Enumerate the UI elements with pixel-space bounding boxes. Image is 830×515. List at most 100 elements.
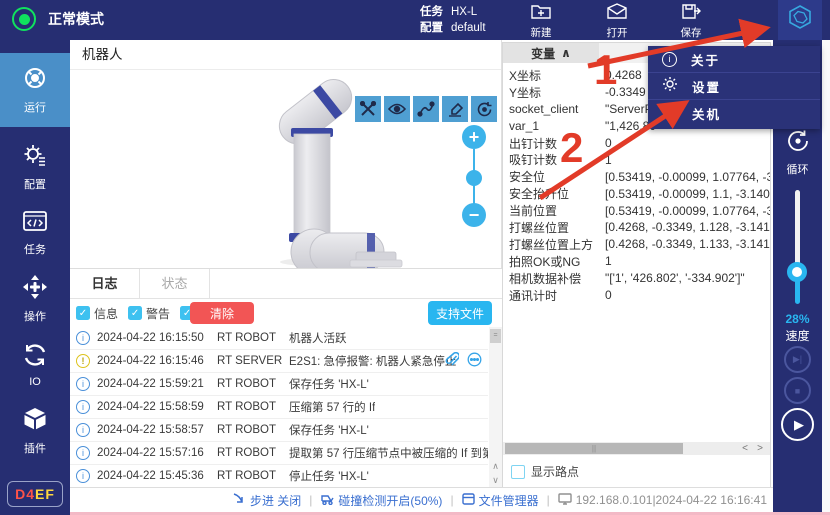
speed-slider-handle[interactable] bbox=[787, 262, 807, 282]
log-source: RT ROBOT bbox=[217, 401, 289, 413]
var-name: 相机数据补偿 bbox=[509, 270, 605, 287]
filter-label: 警告 bbox=[146, 305, 170, 322]
separator: | bbox=[309, 493, 312, 507]
app-menu-button[interactable] bbox=[778, 0, 822, 40]
loop-mode-button[interactable]: 循环 bbox=[773, 128, 822, 177]
var-value: [0.53419, -0.00099, 1.1, -3.14048, -0.00 bbox=[605, 187, 770, 201]
show-waypoints-label: 显示路点 bbox=[531, 463, 579, 480]
stop-icon: ■ bbox=[795, 386, 800, 396]
right-gutter bbox=[822, 40, 830, 512]
zoom-in-button[interactable]: + bbox=[462, 125, 486, 149]
code-window-icon bbox=[22, 209, 48, 238]
log-time: 2024-04-22 15:58:59 bbox=[97, 401, 217, 413]
plus-glyph: + bbox=[469, 127, 480, 148]
variable-row: 吸钉计数1 bbox=[503, 151, 770, 168]
sidebar-item-plugin[interactable]: 插件 bbox=[0, 405, 70, 457]
file-manager-label: 文件管理器 bbox=[479, 492, 539, 509]
collision-icon bbox=[320, 493, 334, 508]
menu-item-about[interactable]: i 关于 bbox=[648, 46, 820, 73]
var-name: 通讯计时 bbox=[509, 287, 605, 304]
info-icon: i bbox=[76, 331, 90, 345]
log-message: 停止任务 'HX-L' bbox=[289, 468, 369, 484]
sidebar-item-task[interactable]: 任务 bbox=[0, 207, 70, 259]
loop-icon bbox=[785, 128, 811, 159]
scroll-left-arrow[interactable]: < bbox=[738, 442, 752, 455]
variable-row: 安全位[0.53419, -0.00099, 1.07764, -3.14048… bbox=[503, 168, 770, 185]
sort-caret-icon: ∧ bbox=[561, 46, 571, 60]
cube-icon bbox=[22, 406, 48, 437]
log-message: 压缩第 57 行的 If bbox=[289, 399, 375, 415]
var-value: "['1', '426.802', '-334.902']" bbox=[605, 271, 770, 285]
sidebar-item-operate[interactable]: 操作 bbox=[0, 273, 70, 325]
separator: | bbox=[547, 493, 550, 507]
menu-item-settings[interactable]: 设置 bbox=[648, 73, 820, 100]
log-scrollbar[interactable]: = ∧ ∨ bbox=[489, 327, 502, 487]
log-list: i 2024-04-22 16:15:50 RT ROBOT 机器人活跃 ! 2… bbox=[70, 327, 488, 487]
filter-warn-checkbox[interactable]: ✓ 警告 bbox=[128, 305, 170, 322]
badge-text: D4 bbox=[15, 486, 35, 502]
info-icon: i bbox=[662, 52, 677, 67]
new-button[interactable]: 新建 bbox=[518, 3, 564, 39]
warning-icon: ! bbox=[76, 354, 90, 368]
config-label: 配置 bbox=[420, 22, 443, 34]
clear-log-button[interactable]: 清除 bbox=[190, 302, 254, 324]
network-label: 192.168.0.101|2024-04-22 16:16:41 bbox=[576, 493, 767, 507]
eraser-button[interactable] bbox=[442, 96, 468, 122]
log-message: 提取第 57 行压缩节点中被压缩的 If 到第 57 行 bbox=[289, 445, 488, 461]
var-name: 当前位置 bbox=[509, 202, 605, 219]
play-button[interactable]: ▶ bbox=[781, 408, 814, 441]
mode-indicator[interactable]: 正常模式 bbox=[12, 7, 104, 31]
scrollbar-thumb[interactable]: = bbox=[490, 329, 501, 343]
log-time: 2024-04-22 15:58:57 bbox=[97, 424, 217, 436]
scroll-right-arrow[interactable]: > bbox=[753, 442, 767, 455]
checkbox-checked-icon: ✓ bbox=[128, 306, 142, 320]
variables-hscrollbar[interactable]: || < > bbox=[503, 442, 770, 455]
log-source: RT ROBOT bbox=[217, 447, 289, 459]
log-source: RT ROBOT bbox=[217, 332, 289, 344]
sidebar-item-io[interactable]: IO bbox=[0, 339, 70, 391]
paperclip-icon[interactable] bbox=[445, 352, 459, 372]
tab-status[interactable]: 状态 bbox=[140, 269, 210, 299]
scroll-up-arrow[interactable]: ∧ bbox=[489, 459, 502, 473]
new-label: 新建 bbox=[531, 25, 552, 40]
top-bar: 正常模式 任务HX-L 配置default 新建 打开 保存 bbox=[0, 0, 830, 40]
minus-glyph: − bbox=[469, 205, 480, 226]
tab-log[interactable]: 日志 bbox=[70, 269, 140, 299]
sidebar-item-run[interactable]: 运行 bbox=[0, 53, 70, 127]
reset-view-button[interactable] bbox=[471, 96, 497, 122]
step-button[interactable]: ▶| bbox=[784, 346, 811, 373]
visibility-eye-button[interactable] bbox=[384, 96, 410, 122]
log-source: RT ROBOT bbox=[217, 424, 289, 436]
open-button[interactable]: 打开 bbox=[594, 3, 640, 39]
menu-item-shutdown[interactable]: 关机 bbox=[648, 100, 820, 127]
step-mode-status[interactable]: 步进 关闭 bbox=[233, 492, 301, 509]
run-icon bbox=[22, 65, 48, 96]
stop-button[interactable]: ■ bbox=[784, 377, 811, 404]
collision-detect-status[interactable]: 碰撞检测开启(50%) bbox=[320, 492, 442, 509]
scrollbar-thumb[interactable]: || bbox=[505, 443, 683, 454]
var-value: [0.53419, -0.00099, 1.07764, -3.14048, bbox=[605, 170, 770, 184]
log-message: 保存任务 'HX-L' bbox=[289, 422, 369, 438]
show-waypoints-checkbox[interactable]: 显示路点 bbox=[511, 463, 579, 480]
var-value: [0.4268, -0.3349, 1.133, -3.14159, 0, -1 bbox=[605, 237, 770, 251]
status-ring-icon bbox=[12, 7, 36, 31]
filter-info-checkbox[interactable]: ✓信息 bbox=[76, 305, 118, 322]
sidebar-item-label: 任务 bbox=[24, 241, 46, 257]
file-manager-link[interactable]: 文件管理器 bbox=[462, 492, 539, 509]
tools-button[interactable] bbox=[355, 96, 381, 122]
robot-3d-panel: 机器人 bbox=[70, 40, 502, 268]
zoom-slider-handle[interactable] bbox=[466, 170, 482, 186]
sidebar-item-label: 插件 bbox=[24, 440, 46, 456]
support-files-button[interactable]: 支持文件 bbox=[428, 301, 492, 325]
status-bar: 步进 关闭 | 碰撞检测开启(50%) | 文件管理器 | 192.168.0.… bbox=[70, 487, 773, 512]
viewport-toolbar bbox=[355, 96, 497, 122]
var-value: [0.53419, -0.00099, 1.07764, -3.14048, bbox=[605, 204, 770, 218]
sidebar-item-config[interactable]: 配置 bbox=[0, 141, 70, 193]
save-button[interactable]: 保存 bbox=[668, 3, 714, 39]
scroll-down-arrow[interactable]: ∨ bbox=[489, 473, 502, 487]
info-icon: i bbox=[76, 377, 90, 391]
path-trace-button[interactable] bbox=[413, 96, 439, 122]
log-row: i 2024-04-22 15:58:59 RT ROBOT 压缩第 57 行的… bbox=[70, 396, 488, 419]
zoom-out-button[interactable]: − bbox=[462, 203, 486, 227]
more-options-icon[interactable] bbox=[467, 352, 482, 372]
